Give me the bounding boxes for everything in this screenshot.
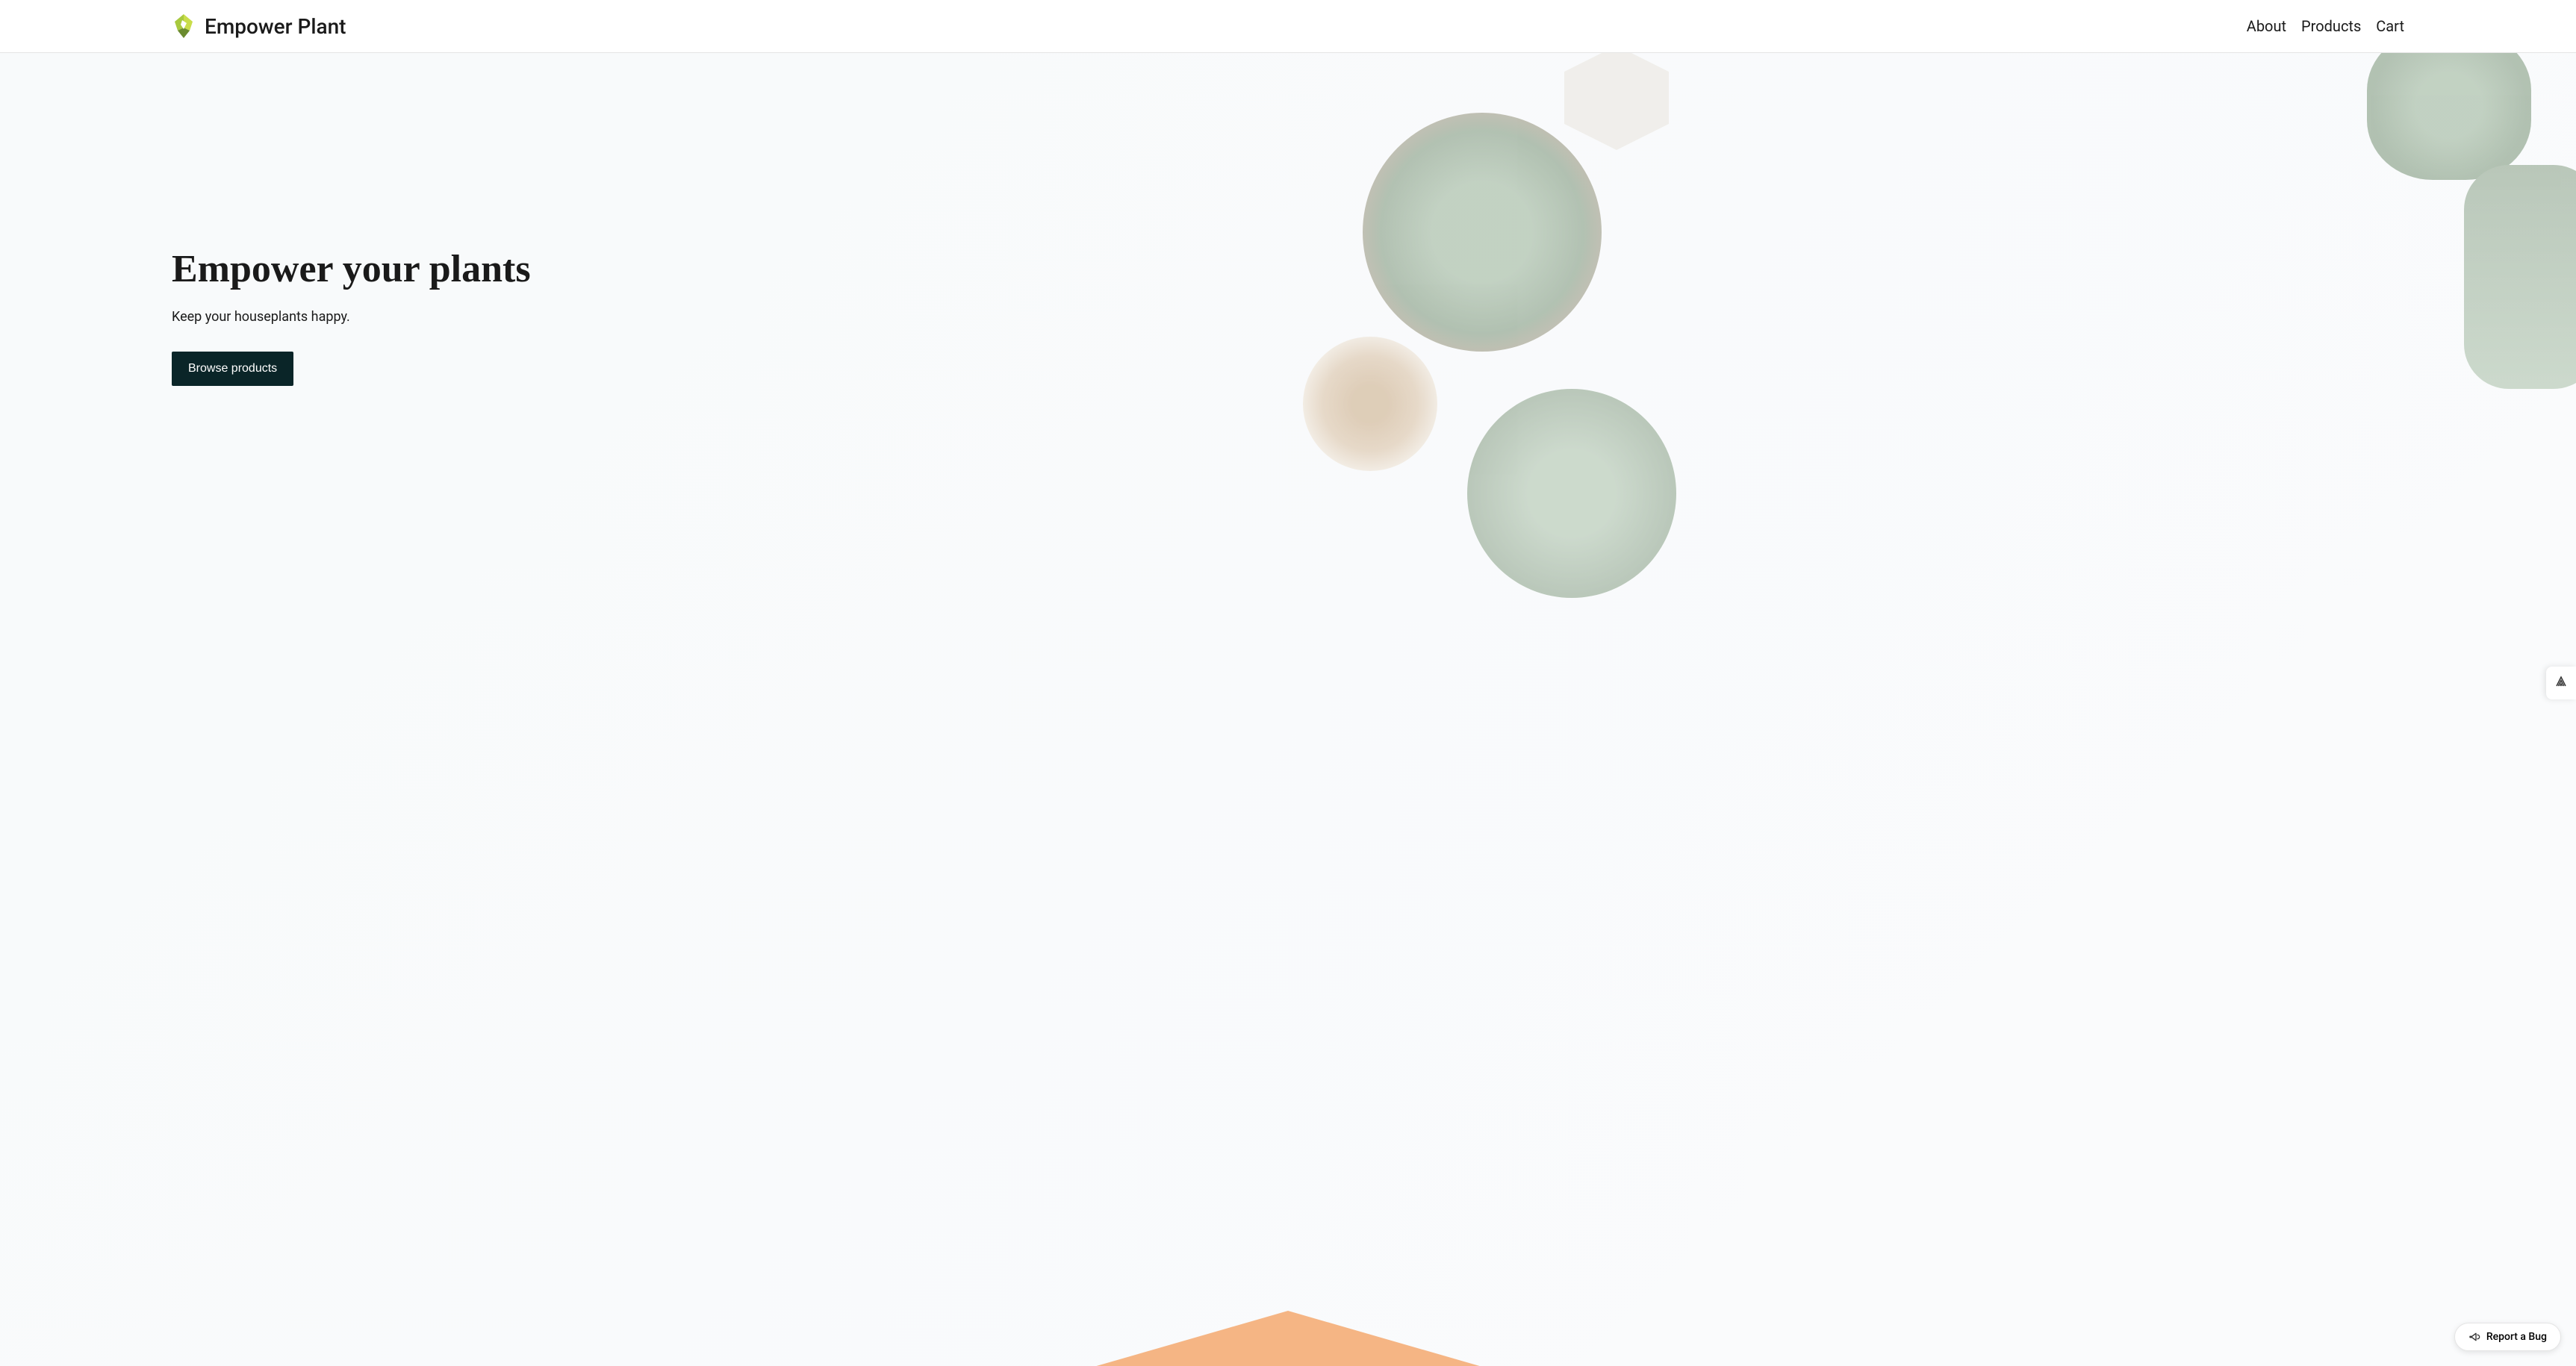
- sentry-icon: [2554, 675, 2568, 691]
- decorative-triangle: [1094, 1311, 1482, 1366]
- hero-title: Empower your plants: [172, 247, 531, 291]
- plant-decoration: [2464, 165, 2576, 389]
- report-bug-button[interactable]: Report a Bug: [2454, 1323, 2561, 1351]
- logo-link[interactable]: Empower Plant: [172, 13, 346, 40]
- plant-decoration: [1303, 337, 1437, 471]
- hero-subtitle: Keep your houseplants happy.: [172, 309, 531, 325]
- brand-logo-icon: [172, 13, 196, 40]
- nav-cart[interactable]: Cart: [2376, 17, 2404, 35]
- navbar: Empower Plant About Products Cart: [0, 0, 2576, 53]
- plant-decoration: [1363, 113, 1602, 352]
- plant-decoration: [2367, 53, 2531, 180]
- side-widget-button[interactable]: [2546, 667, 2576, 699]
- hero-content: Empower your plants Keep your houseplant…: [172, 247, 531, 386]
- plant-decoration: [1467, 389, 1676, 598]
- nav-products[interactable]: Products: [2301, 17, 2361, 35]
- hero-section: Empower your plants Keep your houseplant…: [0, 53, 2576, 1366]
- nav-links: About Products Cart: [2247, 17, 2404, 35]
- nav-about[interactable]: About: [2247, 17, 2286, 35]
- report-bug-label: Report a Bug: [2486, 1331, 2547, 1343]
- plant-decoration: [1564, 53, 1669, 150]
- browse-products-button[interactable]: Browse products: [172, 352, 293, 386]
- megaphone-icon: [2468, 1331, 2480, 1343]
- brand-name: Empower Plant: [205, 14, 346, 39]
- hero-background-plants: [1288, 53, 2576, 1366]
